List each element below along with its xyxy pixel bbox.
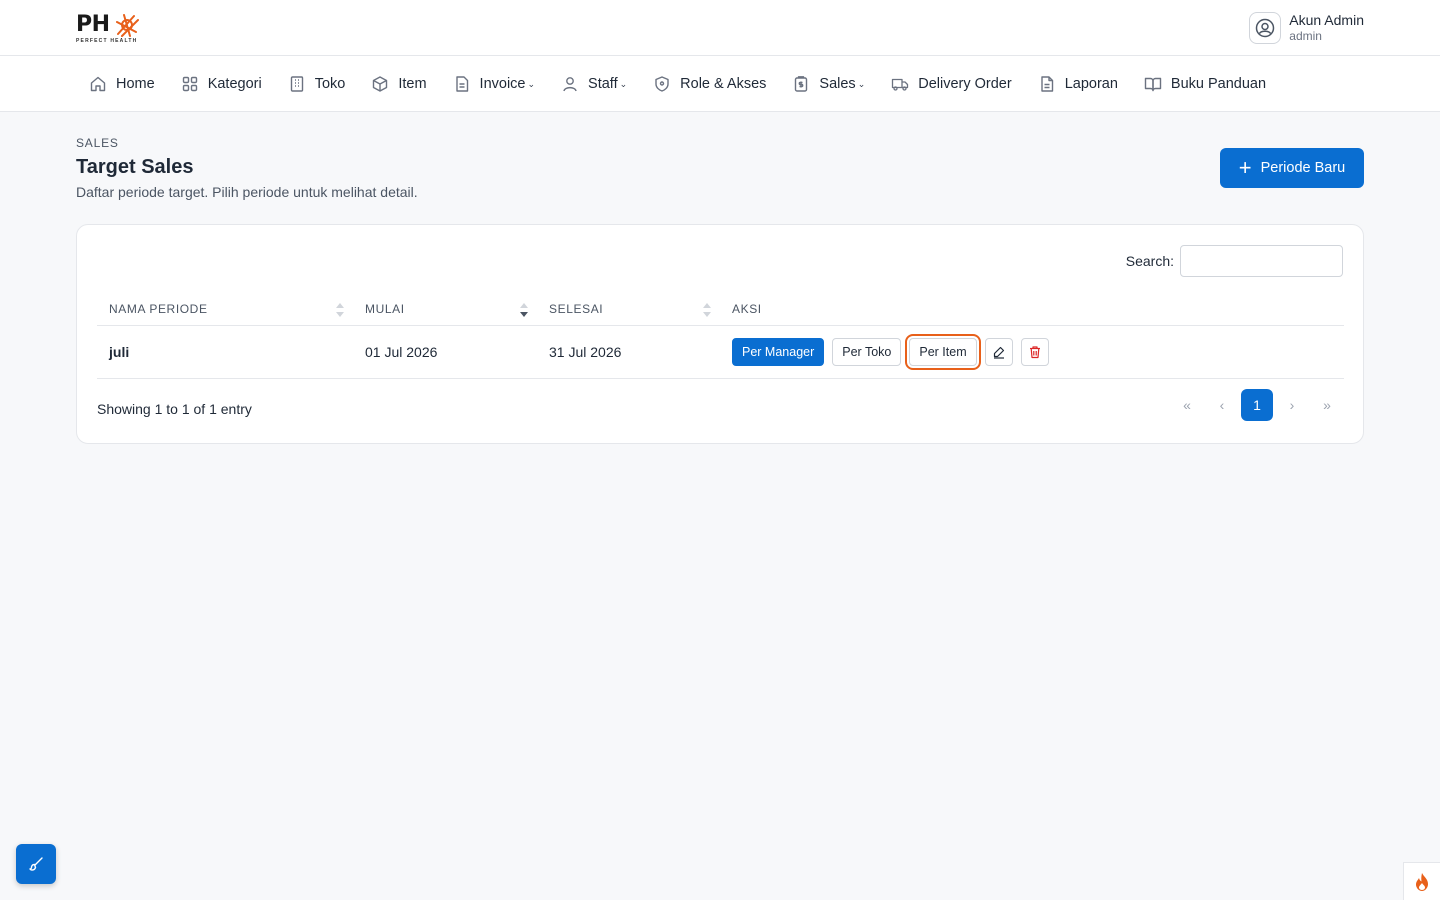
nav-item-laporan[interactable]: Laporan [1025, 56, 1131, 112]
prev-page-button[interactable]: ‹ [1206, 389, 1238, 421]
nav-label: Item [398, 76, 427, 92]
user-menu[interactable]: Akun Admin admin [1249, 11, 1364, 45]
page-button-current[interactable]: 1 [1241, 389, 1273, 421]
home-icon [90, 76, 106, 92]
flame-icon [1416, 872, 1428, 891]
column-header-label: SELESAI [549, 302, 604, 316]
nav-label: Role & Akses [680, 76, 767, 92]
column-header-nama-periode[interactable]: NAMA PERIODE [97, 293, 353, 326]
nav-item-kategori[interactable]: Kategori [168, 56, 275, 112]
cell-selesai: 31 Jul 2026 [549, 344, 622, 360]
nav-item-home[interactable]: Home [76, 56, 168, 112]
logo-text: PH [76, 12, 110, 37]
new-period-button[interactable]: + Periode Baru [1220, 148, 1364, 188]
nav-label: Home [116, 76, 155, 92]
shield-icon [655, 76, 669, 92]
column-header-aksi: AKSI [720, 293, 1344, 326]
search-bar: Search: [1126, 245, 1343, 277]
last-page-button[interactable]: » [1311, 389, 1343, 421]
nav-item-delivery-order[interactable]: Delivery Order [878, 56, 1024, 112]
main-nav: Home Kategori Toko Item Invoice ⌄ Staff … [0, 56, 1440, 112]
new-period-label: Periode Baru [1260, 160, 1346, 176]
per-item-button[interactable]: Per Item [905, 334, 981, 370]
chevron-down-icon: ⌄ [619, 78, 628, 89]
nav-label: Buku Panduan [1170, 76, 1267, 92]
chevron-down-icon: ⌄ [857, 78, 866, 89]
user-circle-icon [1256, 18, 1275, 38]
nav-label: Delivery Order [918, 76, 1012, 92]
grid-icon [182, 76, 197, 92]
column-header-label: AKSI [732, 302, 762, 316]
periods-table: NAMA PERIODE MULAI SELESAI AKSI juli 01 … [97, 293, 1344, 379]
pagination: « ‹ 1 › » [1171, 389, 1343, 421]
table-row: juli 01 Jul 2026 31 Jul 2026 Per Manager… [97, 326, 1344, 379]
logo-subtext: PERFECT HEALTH [76, 38, 138, 44]
column-header-selesai[interactable]: SELESAI [537, 293, 720, 326]
nav-label: Sales [819, 76, 856, 92]
nav-item-sales[interactable]: Sales ⌄ [779, 56, 878, 112]
nav-label: Kategori [207, 76, 262, 92]
clipboard-dollar-icon [795, 76, 808, 92]
page-subtitle: Daftar periode target. Pilih periode unt… [76, 184, 418, 200]
debug-toolbar-toggle[interactable] [1403, 862, 1440, 900]
next-page-button[interactable]: › [1276, 389, 1308, 421]
column-header-label: NAMA PERIODE [109, 302, 208, 316]
nav-item-buku-panduan[interactable]: Buku Panduan [1131, 56, 1279, 112]
top-bar: PH PERFECT HEALTH Akun Admin admin [0, 0, 1440, 56]
per-toko-button[interactable]: Per Toko [832, 338, 902, 366]
nav-item-item[interactable]: Item [358, 56, 439, 112]
plus-icon: + [1238, 155, 1252, 180]
sort-icon [336, 302, 344, 317]
nav-item-toko[interactable]: Toko [275, 56, 359, 112]
search-label: Search: [1125, 253, 1174, 269]
user-name: Akun Admin [1289, 12, 1364, 28]
paintbrush-icon [29, 857, 43, 871]
breadcrumb: SALES [76, 136, 119, 150]
delete-button[interactable] [1020, 338, 1049, 366]
cell-mulai: 01 Jul 2026 [365, 344, 438, 360]
page-header: SALES Target Sales Daftar periode target… [76, 136, 418, 201]
edit-icon [993, 346, 1004, 359]
nav-label: Staff [588, 76, 618, 92]
sort-icon [703, 302, 711, 317]
nav-item-role-akses[interactable]: Role & Akses [640, 56, 779, 112]
theme-customizer-button[interactable] [16, 844, 56, 884]
avatar[interactable] [1249, 12, 1282, 44]
box-icon [373, 76, 388, 92]
building-icon [290, 76, 303, 92]
column-header-label: MULAI [365, 302, 405, 316]
file-icon [455, 76, 468, 92]
search-input[interactable] [1180, 245, 1343, 277]
cell-nama-periode: juli [109, 344, 130, 360]
per-manager-button[interactable]: Per Manager [732, 338, 825, 366]
column-header-mulai[interactable]: MULAI [353, 293, 537, 326]
page-title: Target Sales [76, 156, 194, 178]
edit-button[interactable] [984, 338, 1013, 366]
book-icon [1144, 77, 1162, 92]
table-header: NAMA PERIODE MULAI SELESAI AKSI [97, 293, 1344, 326]
trash-icon [1029, 346, 1040, 359]
periods-card: Search: NAMA PERIODE MULAI SELESAI AKSI … [76, 224, 1364, 444]
truck-icon [892, 78, 909, 91]
document-icon [1041, 76, 1053, 92]
chevron-down-icon: ⌄ [527, 78, 536, 89]
nav-item-invoice[interactable]: Invoice ⌄ [440, 56, 549, 112]
table-info: Showing 1 to 1 of 1 entry [97, 401, 252, 417]
first-page-button[interactable]: « [1171, 389, 1203, 421]
nav-label: Invoice [479, 76, 526, 92]
nav-label: Toko [314, 76, 346, 92]
cell-aksi: Per Manager Per Toko Per Item [720, 326, 1344, 379]
nav-item-staff[interactable]: Staff ⌄ [548, 56, 640, 112]
sort-desc-icon [520, 302, 528, 317]
nav-label: Laporan [1064, 76, 1118, 92]
person-icon [563, 77, 577, 92]
user-role: admin [1289, 29, 1322, 43]
brand-logo[interactable]: PH PERFECT HEALTH [76, 12, 140, 46]
logo-mark-icon [116, 14, 139, 37]
